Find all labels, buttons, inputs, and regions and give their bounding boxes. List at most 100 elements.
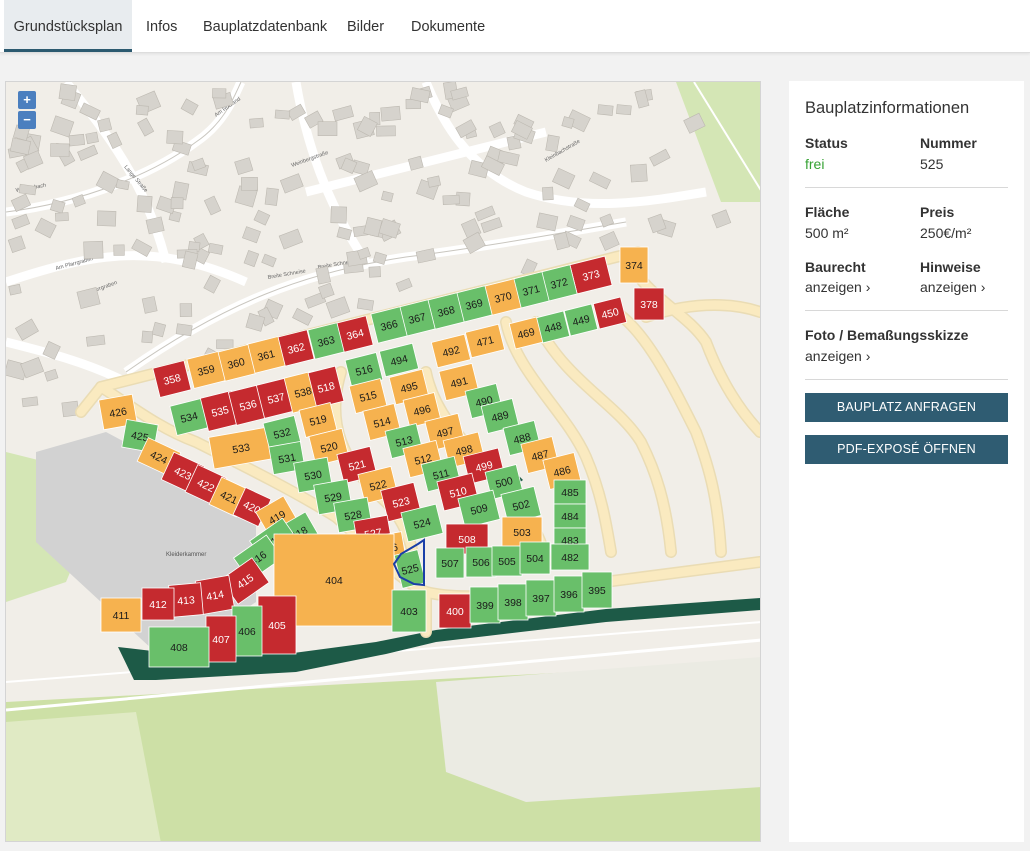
building xyxy=(545,134,560,153)
plot-number: 412 xyxy=(149,599,167,611)
pdf-expose-button[interactable]: PDF-EXPOSÉ ÖFFNEN xyxy=(805,435,1008,464)
area-label: Kleiderkammer xyxy=(166,552,206,558)
building xyxy=(356,298,375,311)
tab-dokumente[interactable]: Dokumente xyxy=(411,0,485,52)
foto-label: Foto / Bemaßungsskizze xyxy=(805,327,969,343)
plot-397[interactable]: 397 xyxy=(525,579,557,617)
plot-504[interactable]: 504 xyxy=(519,541,551,575)
status-label: Status xyxy=(805,135,848,151)
request-plot-button[interactable]: BAUPLATZ ANFRAGEN xyxy=(805,393,1008,422)
plot-number: 399 xyxy=(476,600,494,612)
plot-number: 411 xyxy=(113,610,130,622)
building xyxy=(145,216,165,235)
building xyxy=(179,303,193,318)
building xyxy=(380,105,401,122)
plot-number: 405 xyxy=(268,620,286,632)
area-label: Fläche xyxy=(805,204,850,220)
building xyxy=(216,339,234,349)
baurecht-label: Baurecht xyxy=(805,259,866,275)
plot-number: 374 xyxy=(625,260,643,272)
plot-398[interactable]: 398 xyxy=(497,583,529,621)
panel-title: Bauplatzinformationen xyxy=(805,99,970,117)
building xyxy=(171,181,190,201)
building xyxy=(597,104,614,116)
baurecht-link[interactable]: anzeigen › xyxy=(805,279,870,295)
plot-number: 397 xyxy=(532,593,550,605)
building xyxy=(616,104,632,116)
plot-number: 505 xyxy=(498,556,516,568)
plot-number: 398 xyxy=(504,597,522,609)
building xyxy=(83,240,104,260)
plot-412[interactable]: 412 xyxy=(141,587,175,621)
building xyxy=(18,183,37,196)
plot-407[interactable]: 407 xyxy=(205,615,237,663)
plot-482[interactable]: 482 xyxy=(550,543,590,571)
plot-374[interactable]: 374 xyxy=(619,246,649,284)
building xyxy=(136,195,153,213)
building xyxy=(50,143,70,157)
zoom-out-button[interactable]: − xyxy=(18,111,36,129)
plot-395[interactable]: 395 xyxy=(581,571,613,609)
plot-info-panel: Bauplatzinformationen Status frei Nummer… xyxy=(789,81,1024,842)
plot-number: 485 xyxy=(561,487,579,499)
plot-number: 408 xyxy=(170,642,188,654)
plot-number: 506 xyxy=(472,557,490,569)
plot-number: 396 xyxy=(560,589,578,601)
building xyxy=(212,88,227,99)
building xyxy=(264,187,279,206)
zoom-in-button[interactable]: + xyxy=(18,91,36,109)
plot-number: 507 xyxy=(441,558,459,570)
building xyxy=(442,194,460,206)
number-value: 525 xyxy=(920,156,944,172)
plot-406[interactable]: 406 xyxy=(231,605,263,657)
building xyxy=(68,133,86,147)
building xyxy=(368,266,381,278)
plot-484[interactable]: 484 xyxy=(553,503,587,529)
building xyxy=(317,121,338,137)
building xyxy=(96,210,117,227)
plot-399[interactable]: 399 xyxy=(469,586,501,624)
plot-number: 400 xyxy=(446,606,464,618)
plot-408[interactable]: 408 xyxy=(148,626,210,668)
price-value: 250€/m² xyxy=(920,225,972,241)
plot-number: 413 xyxy=(177,594,196,607)
map-canvas[interactable]: Kleiderkammer Am Rodland Am Pfarrgraben … xyxy=(6,82,761,842)
plot-411[interactable]: 411 xyxy=(100,597,142,633)
tab-infos[interactable]: Infos xyxy=(146,0,177,52)
building xyxy=(629,163,648,183)
building xyxy=(170,197,184,210)
tab-bauplatzdatenbank[interactable]: Bauplatzdatenbank xyxy=(203,0,327,52)
plot-number: 504 xyxy=(526,553,544,565)
building xyxy=(85,131,99,145)
field-grey xyxy=(436,657,760,802)
tab-grundstuecksplan[interactable]: Grundstücksplan xyxy=(4,0,132,52)
number-label: Nummer xyxy=(920,135,977,151)
building xyxy=(58,83,77,101)
divider xyxy=(805,187,1008,188)
building xyxy=(175,323,193,337)
building xyxy=(85,334,106,347)
tab-bilder[interactable]: Bilder xyxy=(347,0,384,52)
foto-link[interactable]: anzeigen › xyxy=(805,348,870,364)
building xyxy=(376,125,396,137)
hinweise-link[interactable]: anzeigen › xyxy=(920,279,985,295)
plot-number: 406 xyxy=(238,626,256,638)
building xyxy=(141,296,158,314)
plot-396[interactable]: 396 xyxy=(553,575,585,613)
plot-405[interactable]: 405 xyxy=(257,595,297,655)
price-label: Preis xyxy=(920,204,955,220)
plot-400[interactable]: 400 xyxy=(438,593,472,629)
building xyxy=(141,330,154,344)
plot-506[interactable]: 506 xyxy=(465,546,497,578)
plot-378[interactable]: 378 xyxy=(633,287,665,321)
plot-507[interactable]: 507 xyxy=(435,547,465,579)
plot-number: 407 xyxy=(212,634,230,646)
plot-485[interactable]: 485 xyxy=(553,479,587,505)
building xyxy=(427,175,442,188)
site-plan-map[interactable]: Kleiderkammer Am Rodland Am Pfarrgraben … xyxy=(5,81,761,842)
status-value: frei xyxy=(805,156,825,172)
building xyxy=(274,109,291,120)
plot-505[interactable]: 505 xyxy=(491,545,523,577)
plot-403[interactable]: 403 xyxy=(391,589,427,633)
divider xyxy=(805,379,1008,380)
